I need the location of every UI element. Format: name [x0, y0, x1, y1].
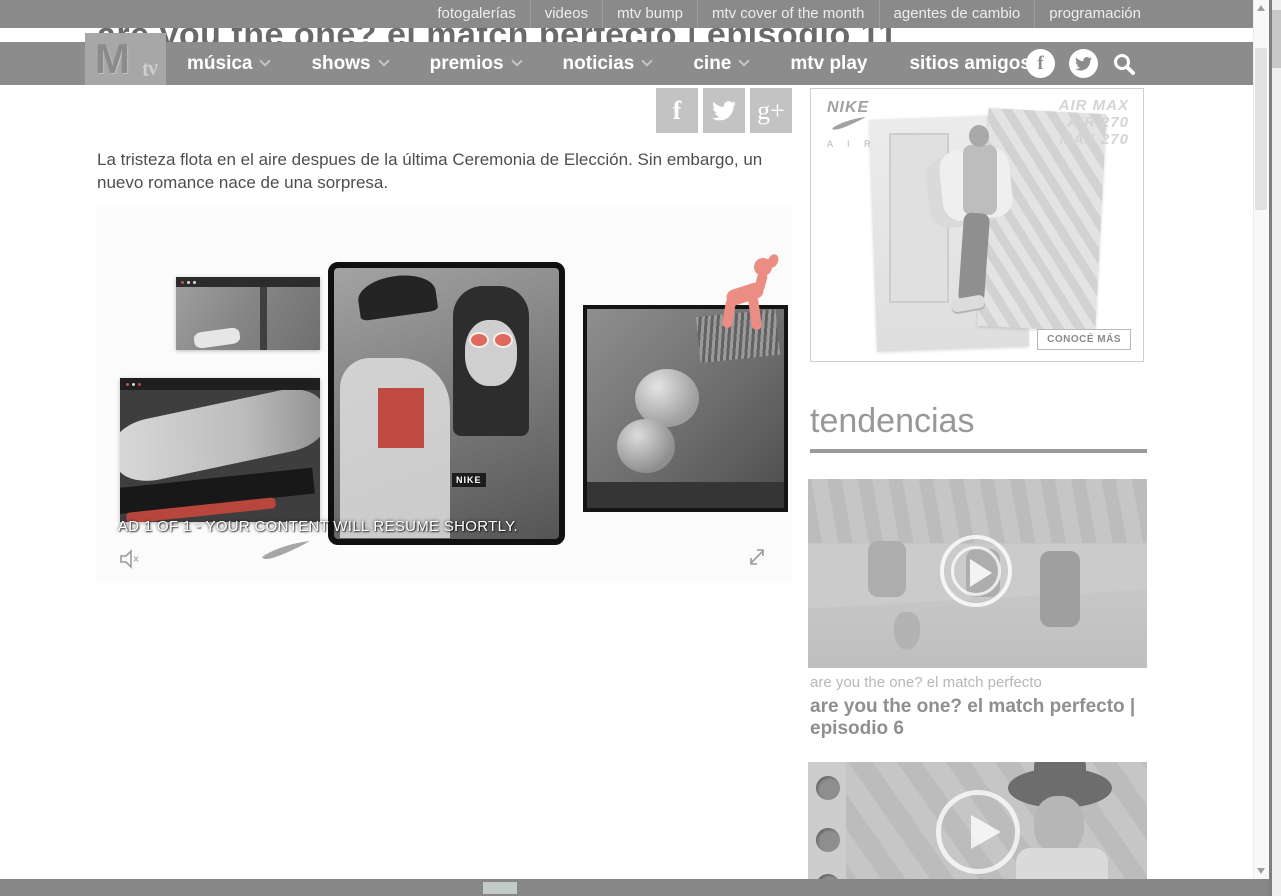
nav-item-cine[interactable]: cine [693, 53, 748, 75]
twitter-icon[interactable] [1069, 49, 1098, 78]
nav-item-mtv-play[interactable]: mtv play [790, 53, 867, 75]
mtv-logo-m: M [95, 35, 130, 83]
nav-item-sitios-amigos[interactable]: sitios amigos [909, 53, 1030, 75]
twitter-icon [712, 101, 736, 121]
nav-item-noticias[interactable]: noticias [563, 53, 652, 75]
down-arrow-icon[interactable] [1257, 868, 1265, 874]
search-icon[interactable] [1112, 52, 1136, 76]
fullscreen-icon[interactable] [744, 544, 770, 570]
trending-item-thumbnail[interactable] [808, 479, 1147, 668]
mtv-logo[interactable]: M tv [85, 33, 166, 85]
utility-item-mtv-bump[interactable]: mtv bump [602, 0, 697, 28]
share-twitter-button[interactable] [703, 88, 745, 133]
collage-photo-people: NIKE [328, 262, 565, 545]
airmax-270-logo: AIR MAX AIR 270 MAX 270 [1059, 97, 1129, 148]
chevron-down-icon [378, 55, 389, 66]
article-intro: La tristeza flota en el aire despues de … [97, 148, 793, 194]
utility-item-programacion[interactable]: programación [1034, 0, 1155, 28]
utility-item-videos[interactable]: videos [530, 0, 602, 28]
play-icon[interactable] [936, 790, 1020, 874]
ad-countdown-text: AD 1 OF 1 - YOUR CONTENT WILL RESUME SHO… [118, 518, 518, 535]
chevron-down-icon [260, 55, 271, 66]
trending-item-category[interactable]: are you the one? el match perfecto [810, 674, 1042, 691]
share-googleplus-button[interactable]: g+ [750, 88, 792, 133]
utility-item-fotogalerias[interactable]: fotogalerías [423, 0, 529, 28]
sidebar-ad[interactable]: NIKE A I R AIR MAX AIR 270 MAX 270 CONOC… [810, 88, 1144, 362]
nike-swoosh-icon [827, 117, 871, 131]
outer-scrollbar-thumb[interactable] [1272, 10, 1281, 68]
collage-photo-shoe [120, 378, 320, 522]
nike-shirt-label: NIKE [452, 473, 486, 487]
trending-item-title[interactable]: are you the one? el match perfecto | epi… [810, 696, 1147, 740]
nav-item-shows[interactable]: shows [311, 53, 387, 75]
outer-scrollbar-track[interactable] [1272, 0, 1281, 896]
nike-swoosh-icon [260, 541, 312, 561]
trending-heading: tendencias [810, 402, 974, 441]
main-nav-items: música shows premios noticias cine mtv p… [187, 42, 1031, 85]
nike-air-logo: NIKE A I R [827, 99, 877, 149]
collage-photo-street [176, 277, 320, 350]
trending-divider [810, 449, 1147, 453]
chevron-down-icon [511, 55, 522, 66]
video-player[interactable]: NIKE AD 1 OF 1 - YOUR CONTENT WILL RESUM… [96, 207, 792, 583]
up-arrow-icon[interactable] [1257, 5, 1265, 11]
mute-icon[interactable] [118, 547, 142, 571]
facebook-icon[interactable]: f [1026, 49, 1055, 78]
trending-item-thumbnail[interactable] [808, 762, 1147, 879]
scrollbar-thumb[interactable] [1255, 48, 1267, 210]
play-icon[interactable] [940, 535, 1012, 607]
utility-nav: fotogalerías videos mtv bump mtv cover o… [0, 0, 1253, 28]
utility-item-agentes[interactable]: agentes de cambio [879, 0, 1035, 28]
nav-item-musica[interactable]: música [187, 53, 269, 75]
share-facebook-button[interactable]: f [656, 88, 698, 133]
share-buttons: f g+ [656, 88, 792, 133]
nav-item-premios[interactable]: premios [430, 53, 521, 75]
mtv-logo-tv: tv [140, 54, 160, 82]
utility-item-mtv-cover[interactable]: mtv cover of the month [697, 0, 879, 28]
chevron-down-icon [739, 55, 750, 66]
ad-cta-button[interactable]: CONOCÉ MÁS [1037, 329, 1131, 350]
footer-bar [0, 879, 1269, 896]
ad-photo-door [889, 133, 949, 303]
nav-social: f [1026, 42, 1136, 85]
balloon-dog-graphic [718, 258, 778, 338]
chevron-down-icon [642, 55, 653, 66]
footer-marker [483, 882, 517, 894]
